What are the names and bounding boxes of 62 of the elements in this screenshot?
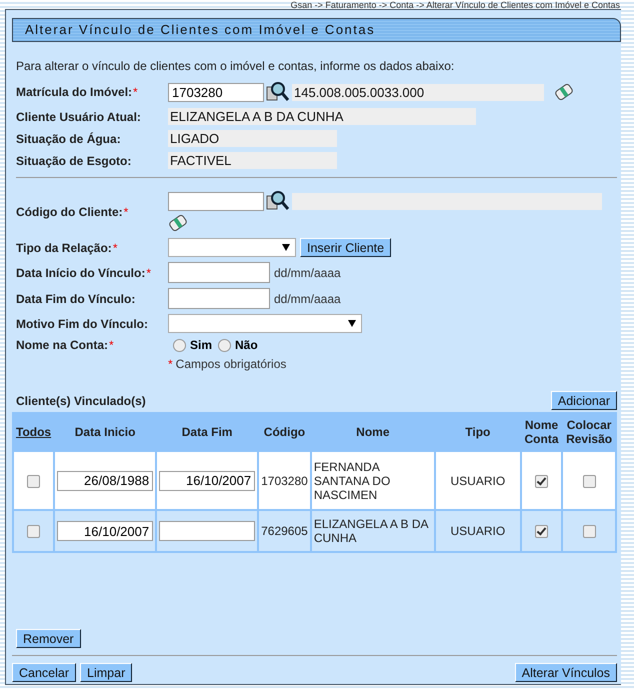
end-reason-select[interactable] [168,314,362,333]
start-date-field[interactable]: 16/10/2007 [57,521,154,541]
field-value: ELIZANGELA A B DA CUNHA [168,108,476,125]
name-on-bill-checkbox[interactable] [535,525,548,538]
table-cell: FERNANDA SANTANA DO NASCIMEN [312,452,434,509]
client-code-field[interactable] [168,192,264,210]
name-on-bill-checkbox[interactable] [535,474,548,488]
row-checkbox[interactable] [27,525,40,538]
required-note: Campos obrigatórios [176,357,286,371]
review-checkbox[interactable] [582,525,596,538]
search-icon[interactable] [266,190,290,212]
instructions-text: Para alterar o vínculo de clientes com o imóvel e contas, informe os dados abaixo: [16,59,456,73]
field-label: Situação de Esgoto: [16,154,132,168]
property-id-field[interactable]: 1703280 [168,82,264,102]
required-mark: * [133,85,138,99]
footer-button[interactable]: Cancelar [12,663,76,682]
radio-label: Sim [190,338,212,352]
select-all-link[interactable]: Todos [16,425,52,439]
table-cell: USUARIO [436,452,520,509]
field-label: Data Início do Vínculo: [16,266,146,280]
insert-client-button[interactable]: Inserir Cliente [300,238,392,257]
end-date-field[interactable] [159,521,256,541]
relation-type-select[interactable] [168,238,296,257]
table-cell: 7629605 [259,511,310,551]
section-title: Cliente(s) Vinculado(s) [16,394,146,408]
radio-button[interactable] [218,338,232,352]
table-cell: 1703280 [259,452,310,509]
field-label: Matrícula do Imóvel: [16,85,132,99]
start-date-field[interactable]: 26/08/1988 [57,470,154,490]
required-mark: * [168,357,173,371]
field-label: Nome na Conta: [16,338,108,352]
breadcrumb: Gsan -> Faturamento -> Conta -> Alterar Vínculo de Clientes com Imóvel e Contas [290,0,620,10]
footer-button[interactable]: Limpar [80,663,132,682]
required-mark: * [146,266,152,280]
field-value: LIGADO [168,130,337,147]
radio-button[interactable] [173,338,186,352]
date-format-hint: dd/mm/aaaa [274,266,341,280]
field-label: Situação de Água: [16,132,122,146]
required-mark: * [112,240,118,254]
inscription-value: 145.008.005.0033.000 [292,84,544,100]
end-date-field[interactable]: 16/10/2007 [159,470,256,490]
field-value: FACTIVEL [168,152,337,169]
review-checkbox[interactable] [582,474,596,488]
date-format-hint: dd/mm/aaaa [274,292,341,306]
field-label: Código do Cliente: [16,204,123,218]
field-label: Cliente Usuário Atual: [16,110,142,124]
required-mark: * [124,204,128,218]
field-label: Tipo da Relação: [16,240,112,254]
date-field[interactable] [168,288,270,309]
field-label: Data Fim do Vínculo: [16,292,136,306]
radio-label: Não [235,338,258,352]
page-title: Alterar Vínculo de Clientes com Imóvel e Contas [12,18,621,42]
table-cell: USUARIO [436,511,520,551]
change-links-button[interactable]: Alterar Vínculos [514,663,617,682]
remove-button[interactable]: Remover [16,629,81,648]
row-checkbox[interactable] [27,474,40,488]
required-mark: * [109,338,114,352]
field-label: Motivo Fim do Vínculo: [16,316,148,330]
table-cell: ELIZANGELA A B DA CUNHA [312,511,434,551]
search-icon[interactable] [266,81,290,103]
add-button[interactable]: Adicionar [550,391,617,410]
date-field[interactable] [168,262,270,283]
